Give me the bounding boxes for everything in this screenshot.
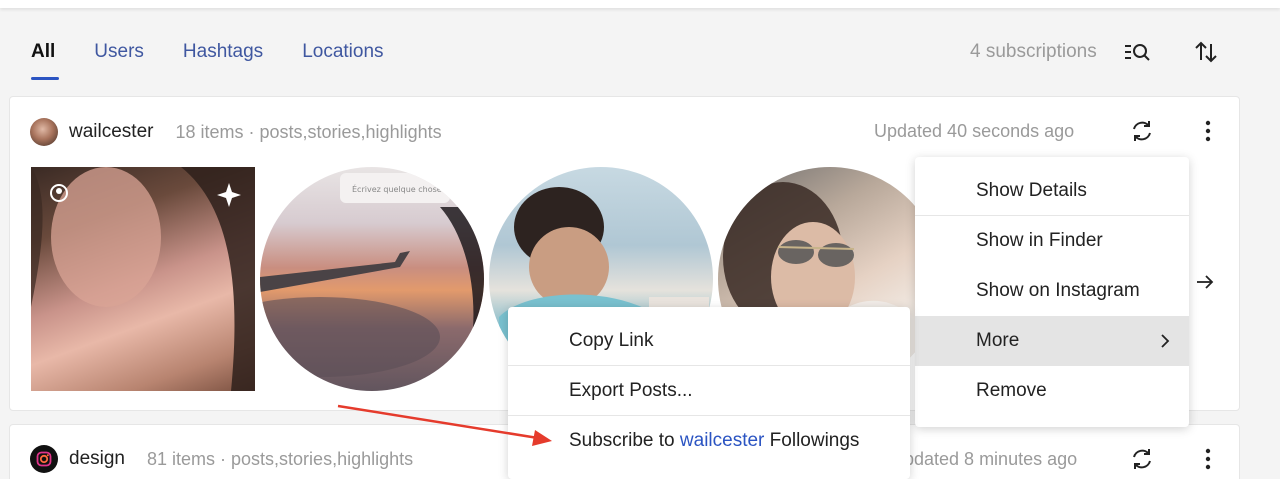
menu-item-more-label: More [976, 330, 1020, 351]
refresh-icon[interactable] [1127, 444, 1157, 474]
menu-item-subscribe-followings[interactable]: Subscribe to wailcester Followings [508, 416, 910, 466]
post-caption: Écrivez quelque chose [352, 183, 442, 194]
subscription-header: wailcester 18 items · posts,stories,high… [30, 117, 442, 147]
menu-item-show-in-finder[interactable]: Show in Finder [915, 216, 1189, 266]
menu-item-show-on-instagram[interactable]: Show on Instagram [915, 266, 1189, 316]
menu-item-show-details[interactable]: Show Details [915, 166, 1189, 216]
post-thumbnail[interactable]: Écrivez quelque chose [260, 167, 484, 391]
more-vertical-icon[interactable] [1193, 444, 1223, 474]
instagram-logo-avatar[interactable] [30, 445, 58, 473]
filter-tabs: All Users Hashtags Locations [31, 40, 423, 80]
subscribe-label-username: wailcester [679, 430, 765, 451]
tab-hashtags[interactable]: Hashtags [183, 40, 263, 80]
subscription-header: design 81 items · posts,stories,highligh… [30, 444, 413, 474]
subscription-meta: 18 items · posts,stories,highlights [175, 121, 442, 142]
sort-icon[interactable] [1190, 36, 1222, 68]
subscriptions-count: 4 subscriptions [970, 41, 1097, 62]
tab-all[interactable]: All [31, 40, 60, 80]
subscription-meta: 81 items · posts,stories,highlights [147, 448, 414, 469]
menu-item-remove[interactable]: Remove [915, 366, 1189, 416]
next-arrow-icon[interactable] [1190, 267, 1220, 297]
username[interactable]: design [69, 448, 125, 470]
more-vertical-icon[interactable] [1193, 116, 1223, 146]
post-thumbnail[interactable] [31, 167, 255, 391]
menu-item-export-posts[interactable]: Export Posts... [508, 366, 910, 416]
tab-users[interactable]: Users [94, 40, 144, 80]
tab-locations[interactable]: Locations [302, 40, 383, 80]
updated-time: pdated 8 minutes ago [904, 449, 1078, 469]
filter-search-icon[interactable] [1122, 36, 1154, 68]
context-menu: Show Details Show in Finder Show on Inst… [915, 157, 1189, 427]
subscribe-label-prefix: Subscribe to [569, 430, 680, 451]
menu-item-more[interactable]: More [915, 316, 1189, 366]
chevron-right-icon [1159, 316, 1171, 366]
username[interactable]: wailcester [69, 121, 153, 143]
subscribe-label-suffix: Followings [764, 430, 860, 451]
top-bar [0, 0, 1280, 8]
user-avatar[interactable] [30, 118, 58, 146]
menu-item-copy-link[interactable]: Copy Link [508, 316, 910, 366]
updated-time: Updated 40 seconds ago [874, 121, 1075, 141]
refresh-icon[interactable] [1127, 116, 1157, 146]
submenu: Copy Link Export Posts... Subscribe to w… [508, 307, 910, 479]
